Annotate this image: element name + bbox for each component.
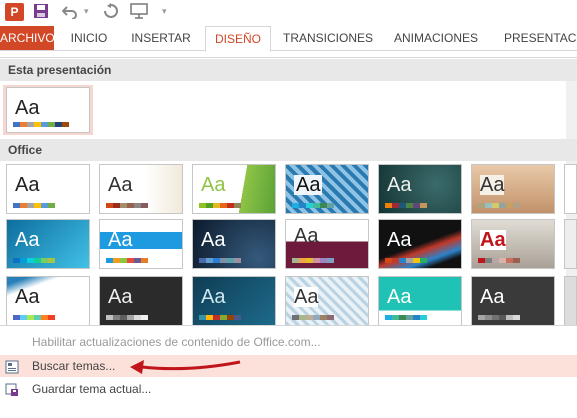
menu-browse-themes-label: Buscar temas... xyxy=(32,359,116,373)
theme-streams[interactable]: Aa xyxy=(378,219,462,269)
theme-partial[interactable] xyxy=(564,219,577,269)
theme-sample-text: Aa xyxy=(387,229,412,251)
color-swatches xyxy=(106,203,148,208)
color-swatches xyxy=(478,258,520,263)
tab-insertar[interactable]: INSERTAR xyxy=(124,26,198,50)
color-swatches xyxy=(292,203,334,208)
theme-sample-text: Aa xyxy=(480,174,505,196)
color-swatches xyxy=(13,203,55,208)
color-swatches xyxy=(478,203,520,208)
theme-red-card[interactable]: Aa xyxy=(471,219,555,269)
color-swatches xyxy=(13,315,55,320)
red-arrow-icon xyxy=(130,360,241,374)
theme-slate-blue[interactable]: Aa xyxy=(192,276,276,326)
theme-office[interactable]: Aa xyxy=(6,164,90,214)
color-swatches xyxy=(385,203,427,208)
theme-sample-text: Aa xyxy=(201,174,226,196)
theme-sample-text: Aa xyxy=(15,229,40,251)
gallery-separator xyxy=(0,325,577,326)
theme-sample-text: Aa xyxy=(108,229,133,251)
theme-green[interactable]: Aa xyxy=(192,164,276,214)
theme-sample-text: Aa xyxy=(15,97,40,119)
color-swatches xyxy=(478,315,520,320)
theme-teal-dark[interactable]: Aa xyxy=(378,164,462,214)
theme-partial[interactable] xyxy=(564,164,577,214)
tab-animaciones[interactable]: ANIMACIONES xyxy=(386,26,486,50)
color-swatches xyxy=(13,122,69,127)
theme-ion[interactable]: Aa xyxy=(6,219,90,269)
ribbon-tabs: ARCHIVO INICIO INSERTAR DISEÑO TRANSICIO… xyxy=(0,26,577,52)
menu-save-theme-label: Guardar tema actual... xyxy=(32,382,152,396)
color-swatches xyxy=(199,258,241,263)
theme-sample-text: Aa xyxy=(15,174,40,196)
color-swatches xyxy=(385,258,427,263)
theme-sample-text: Aa xyxy=(15,286,40,308)
theme-blue-band[interactable]: Aa xyxy=(99,219,183,269)
browse-themes-icon xyxy=(5,359,19,374)
section-header-this-presentation: Esta presentación xyxy=(0,59,577,81)
menu-save-theme[interactable]: Guardar tema actual... xyxy=(0,378,577,400)
theme-dark-blue[interactable]: Aa xyxy=(192,219,276,269)
theme-teal-bright[interactable]: Aa xyxy=(378,276,462,326)
section-header-office: Office xyxy=(0,139,577,161)
save-theme-icon xyxy=(5,382,19,396)
present-icon[interactable] xyxy=(130,3,148,21)
redo-icon[interactable] xyxy=(103,3,119,21)
undo-icon[interactable] xyxy=(61,3,78,21)
theme-pattern[interactable]: Aa xyxy=(285,164,369,214)
theme-sample-text: Aa xyxy=(294,286,319,308)
theme-dark-grey[interactable]: Aa xyxy=(99,276,183,326)
color-swatches xyxy=(13,258,55,263)
theme-sample-text: Aa xyxy=(201,229,226,251)
menu-enable-updates[interactable]: Habilitar actualizaciones de contenido d… xyxy=(0,331,577,353)
theme-sample-text: Aa xyxy=(480,286,505,308)
theme-sample-text: Aa xyxy=(387,174,412,196)
theme-wood[interactable]: Aa xyxy=(471,164,555,214)
tab-transiciones[interactable]: TRANSICIONES xyxy=(277,26,379,50)
color-swatches xyxy=(199,315,241,320)
menu-enable-updates-label: Habilitar actualizaciones de contenido d… xyxy=(32,335,321,349)
theme-light-pattern[interactable]: Aa xyxy=(285,276,369,326)
theme-wisp[interactable]: Aa xyxy=(6,276,90,326)
customize-icon[interactable]: ▾ xyxy=(162,6,170,18)
theme-sample-text: Aa xyxy=(108,286,133,308)
current-theme-thumbnail[interactable]: Aa xyxy=(6,87,90,133)
tab-inicio[interactable]: INICIO xyxy=(60,26,118,50)
theme-sample-text: Aa xyxy=(387,286,412,308)
menu-browse-themes[interactable]: Buscar temas... xyxy=(0,355,577,377)
theme-burgundy[interactable]: Aa xyxy=(285,219,369,269)
undo-dropdown-icon[interactable]: ▾ xyxy=(84,6,92,18)
tab-archivo[interactable]: ARCHIVO xyxy=(0,26,55,50)
tab-diseno[interactable]: DISEÑO xyxy=(205,26,271,52)
theme-sample-text: Aa xyxy=(201,286,226,308)
color-swatches xyxy=(385,315,427,320)
theme-partial[interactable] xyxy=(564,276,577,326)
save-icon[interactable] xyxy=(33,3,49,21)
theme-faceta[interactable]: Aa xyxy=(99,164,183,214)
theme-sample-text: Aa xyxy=(294,174,323,196)
color-swatches xyxy=(292,258,334,263)
theme-sample-text: Aa xyxy=(294,225,319,247)
theme-sample-text: Aa xyxy=(108,174,133,196)
color-swatches xyxy=(106,315,148,320)
color-swatches xyxy=(106,258,148,263)
tab-presentacion[interactable]: PRESENTACIÓ xyxy=(494,26,577,50)
powerpoint-icon[interactable]: P xyxy=(5,3,24,21)
color-swatches xyxy=(199,203,241,208)
theme-charcoal[interactable]: Aa xyxy=(471,276,555,326)
quick-access-toolbar: P ▾ ▾ xyxy=(0,0,577,27)
color-swatches xyxy=(292,315,334,320)
theme-sample-text: Aa xyxy=(480,229,506,251)
